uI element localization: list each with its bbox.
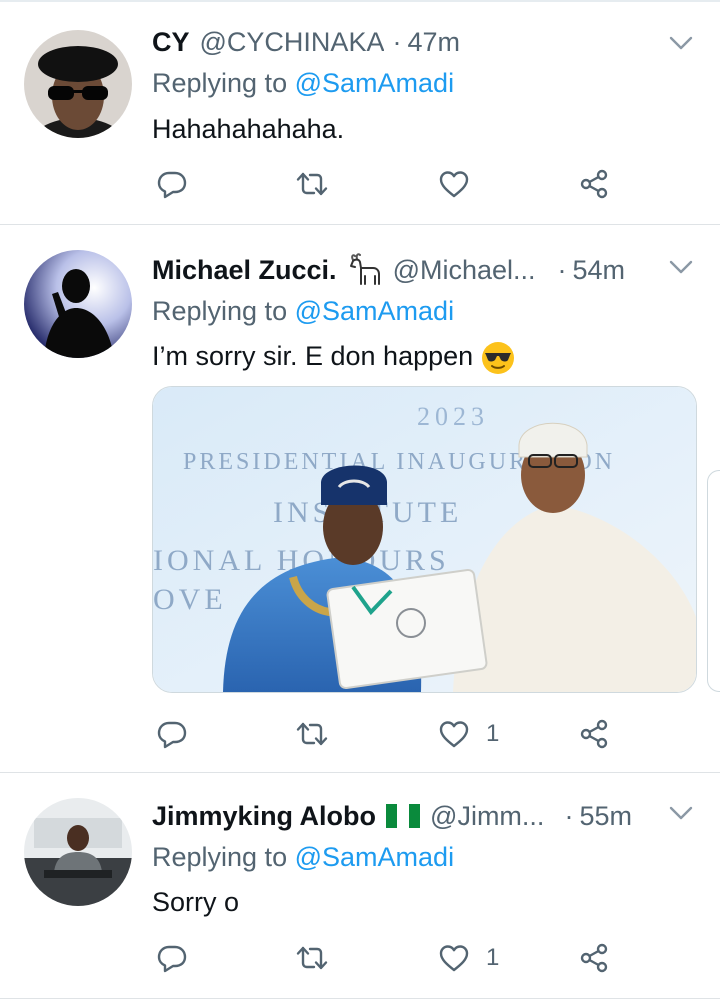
tweet-text: Hahahahahaha. — [152, 114, 345, 144]
like-button[interactable]: 1 — [438, 938, 499, 978]
tweet-actions: 1 — [152, 938, 622, 978]
replying-to: Replying to @SamAmadi — [152, 842, 454, 873]
separator: · — [557, 254, 567, 285]
tweet-header: Michael Zucci. @Michael... · 54m — [152, 250, 690, 290]
like-button[interactable] — [438, 164, 486, 204]
mention-link[interactable]: @SamAmadi — [295, 68, 454, 98]
like-icon — [439, 945, 469, 972]
tweet-michael-zucci[interactable]: Michael Zucci. @Michael... · 54m Replyin… — [0, 224, 720, 773]
chevron-down-icon[interactable] — [666, 252, 696, 282]
reply-button[interactable] — [156, 938, 188, 978]
display-name[interactable]: Jimmyking Alobo — [152, 801, 376, 832]
tweet-jimmyking-alobo[interactable]: Jimmyking Alobo @Jimm... · 55m Replying … — [0, 772, 720, 999]
replying-to: Replying to @SamAmadi — [152, 68, 454, 99]
like-icon — [439, 721, 469, 748]
backdrop-line-4: OVE — [153, 583, 227, 616]
display-name[interactable]: CY — [152, 27, 190, 58]
nigeria-flag-icon — [386, 804, 421, 828]
reply-icon — [157, 171, 187, 199]
tweet-header: CY @CYCHINAKA · 47m — [152, 22, 690, 62]
chevron-down-icon[interactable] — [666, 798, 696, 828]
timestamp[interactable]: 55m — [579, 801, 632, 832]
display-name[interactable]: Michael Zucci. — [152, 255, 337, 286]
timestamp[interactable]: 47m — [407, 27, 460, 58]
retweet-icon — [296, 946, 328, 970]
user-handle[interactable]: @Jimm... — [430, 801, 544, 832]
share-button[interactable] — [578, 714, 610, 754]
like-count: 1 — [486, 944, 500, 971]
like-count: 1 — [486, 720, 500, 747]
avatar[interactable] — [24, 798, 132, 906]
tweet-header: Jimmyking Alobo @Jimm... · 55m — [152, 796, 690, 836]
tweet-text: Sorry o — [152, 887, 240, 917]
retweet-icon — [296, 172, 328, 196]
reply-button[interactable] — [156, 714, 188, 754]
timestamp[interactable]: 54m — [573, 255, 626, 286]
tweet-cy[interactable]: CY @CYCHINAKA · 47m Replying to @SamAmad… — [0, 2, 720, 225]
separator: · — [564, 800, 574, 831]
like-button[interactable]: 1 — [438, 714, 499, 754]
tweet-text: I’m sorry sir. E don happen — [152, 341, 474, 372]
retweet-button[interactable] — [296, 938, 328, 978]
mention-link[interactable]: @SamAmadi — [295, 296, 454, 326]
reply-icon — [157, 721, 187, 749]
user-handle[interactable]: @CYCHINAKA — [200, 27, 385, 58]
sunglasses-emoji-icon — [482, 342, 515, 374]
retweet-button[interactable] — [296, 714, 328, 754]
separator: · — [392, 26, 402, 57]
reply-icon — [157, 945, 187, 973]
share-icon — [580, 719, 608, 749]
chevron-down-icon[interactable] — [666, 28, 696, 58]
share-button[interactable] — [578, 938, 610, 978]
reply-button[interactable] — [156, 164, 188, 204]
avatar[interactable] — [24, 30, 132, 138]
tweet-actions: 1 — [152, 714, 622, 754]
goat-emoji-icon — [349, 253, 380, 285]
retweet-button[interactable] — [296, 164, 328, 204]
tweet-actions — [152, 164, 622, 204]
mention-link[interactable]: @SamAmadi — [295, 842, 454, 872]
replying-prefix: Replying to — [152, 842, 288, 872]
tweet-media-image[interactable]: 2023 PRESIDENTIAL INAUGURATION INSTITUTE… — [152, 386, 697, 693]
backdrop-year: 2023 — [417, 402, 489, 431]
share-button[interactable] — [578, 164, 610, 204]
tweet-text-row: I’m sorry sir. E don happen — [152, 341, 515, 375]
replying-to: Replying to @SamAmadi — [152, 296, 454, 327]
share-icon — [580, 943, 608, 973]
user-handle[interactable]: @Michael... — [393, 255, 536, 286]
side-scroll-handle[interactable] — [707, 470, 720, 692]
retweet-icon — [296, 722, 328, 746]
avatar[interactable] — [24, 250, 132, 358]
replying-prefix: Replying to — [152, 68, 288, 98]
like-icon — [439, 171, 469, 198]
share-icon — [580, 169, 608, 199]
replying-prefix: Replying to — [152, 296, 288, 326]
